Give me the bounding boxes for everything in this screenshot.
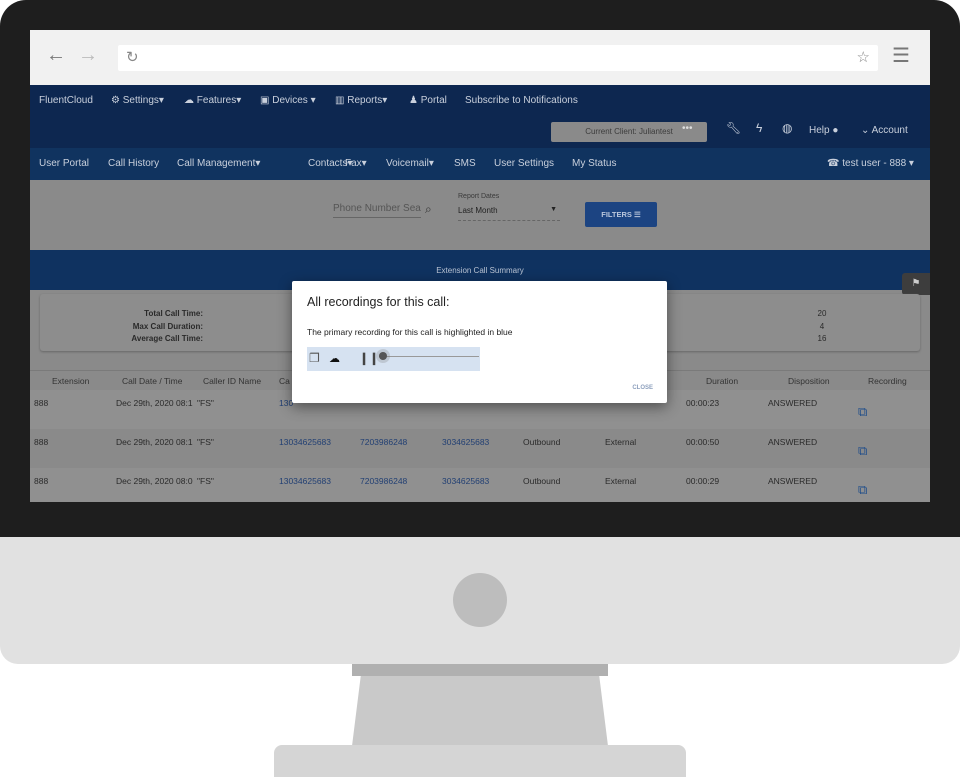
column-header[interactable]: Caller ID Name [203, 376, 261, 386]
forward-icon[interactable]: → [78, 44, 98, 67]
address-bar[interactable]: ↻ ☆ [118, 45, 878, 71]
nav-settings[interactable]: ⚙ Settings▾ [111, 95, 164, 106]
table-cell: External [605, 437, 637, 447]
table-cell: "FS" [197, 437, 214, 447]
current-client-label: Current Client: Juliantest [585, 127, 673, 136]
open-recording-icon[interactable]: ⧉ [858, 404, 867, 420]
close-button[interactable]: CLOSE [632, 385, 653, 391]
flag-icon[interactable]: ⚑ [902, 273, 930, 295]
report-dates-label: Report Dates [458, 193, 500, 200]
pause-icon[interactable]: ❙❙ [359, 351, 379, 365]
table-cell: 888 [34, 476, 49, 486]
column-header[interactable]: Disposition [788, 376, 830, 386]
modal-title: All recordings for this call: [307, 295, 450, 309]
table-cell: ANSWERED [768, 476, 818, 486]
table-cell: ANSWERED [768, 398, 818, 408]
brand[interactable]: FluentCloud [39, 95, 93, 106]
table-cell[interactable]: 7203986248 [360, 437, 407, 447]
table-row: 888 Dec 29th, 2020 08:1 "FS" 13034625683 720… [30, 429, 930, 468]
lightning-icon[interactable]: ϟ [756, 121, 762, 135]
table-cell[interactable]: 13034625683 [279, 476, 331, 486]
globe-icon[interactable]: ◍ [782, 121, 792, 135]
account-menu[interactable]: ⌄ Account [861, 125, 908, 136]
phone-search-input[interactable]: Phone Number Sea [333, 203, 421, 218]
column-header[interactable]: Extension [52, 376, 89, 386]
column-header[interactable]: Call Date / Time [122, 376, 182, 386]
nav-my-status[interactable]: My Status [572, 158, 616, 169]
nav-user-portal[interactable]: User Portal [39, 158, 89, 169]
table-cell[interactable]: 13034625683 [279, 437, 331, 447]
table-cell[interactable]: 3034625683 [442, 437, 489, 447]
table-cell: External [605, 476, 637, 486]
wrench-icon[interactable]: 🔧︎ [726, 121, 741, 135]
nav-subscribe[interactable]: Subscribe to Notifications [465, 95, 578, 106]
nav-call-history[interactable]: Call History [108, 158, 159, 169]
nav-features[interactable]: ☁ Features▾ [184, 95, 241, 106]
secondary-nav: User Portal Call History Call Management… [30, 148, 930, 180]
help-link[interactable]: Help ● [809, 125, 838, 136]
nav-portal[interactable]: ♟ Portal [409, 95, 447, 106]
column-header[interactable]: Ca [279, 376, 290, 386]
table-cell: 888 [34, 398, 49, 408]
table-cell: "FS" [197, 398, 214, 408]
table-cell: 888 [34, 437, 49, 447]
nav-sms[interactable]: SMS [454, 158, 476, 169]
nav-devices[interactable]: ▣ Devices ▾ [260, 95, 316, 106]
copy-icon[interactable]: ❐ [309, 351, 320, 365]
table-cell: "FS" [197, 476, 214, 486]
primary-recording-player: ❐ ☁ ❙❙ [307, 347, 480, 371]
open-recording-icon[interactable]: ⧉ [858, 482, 867, 498]
monitor-stand-shadow [352, 664, 608, 676]
filters-button[interactable]: FILTERS ☰ [585, 202, 657, 227]
table-cell: 00:00:23 [686, 398, 720, 408]
modal-subtitle: The primary recording for this call is h… [307, 327, 513, 337]
star-icon[interactable]: ☆ [857, 48, 870, 66]
table-cell: ANSWERED [768, 437, 818, 447]
top-nav: FluentCloud ⚙ Settings▾ ☁ Features▾ ▣ De… [30, 85, 930, 148]
table-cell: Outbound [523, 437, 561, 447]
nav-fax[interactable]: Fax▾ [345, 158, 367, 169]
table-cell: Dec 29th, 2020 08:1 [116, 398, 193, 408]
monitor-stand [352, 664, 608, 746]
table-cell[interactable]: 7203986248 [360, 476, 407, 486]
back-icon[interactable]: ← [46, 44, 66, 67]
column-header[interactable]: Recording [868, 376, 907, 386]
table-cell: 00:00:50 [686, 437, 720, 447]
table-cell[interactable]: 3034625683 [442, 476, 489, 486]
table-cell: 00:00:29 [686, 476, 720, 486]
nav-voicemail[interactable]: Voicemail▾ [386, 158, 434, 169]
summary-title: Extension Call Summary [436, 266, 524, 275]
column-header[interactable]: Duration [706, 376, 738, 386]
screen: ← → ↻ ☆ ☰ FluentCloud ⚙ Settings▾ ☁ Feat… [30, 30, 930, 502]
user-menu[interactable]: ☎ test user - 888 ▾ [827, 158, 914, 169]
summary-labels: Total Call Time: Max Call Duration: Averag… [131, 309, 203, 343]
nav-call-management[interactable]: Call Management▾ [177, 158, 260, 169]
table-cell: Dec 29th, 2020 08:1 [116, 437, 193, 447]
table-cell: Outbound [523, 476, 561, 486]
search-icon[interactable]: ⌕ [425, 202, 432, 217]
seek-handle[interactable] [379, 352, 387, 360]
monitor-base [274, 745, 686, 777]
table-cell: Dec 29th, 2020 08:0 [116, 476, 193, 486]
nav-user-settings[interactable]: User Settings [494, 158, 554, 169]
menu-icon[interactable]: ☰ [892, 43, 910, 68]
monitor-logo [453, 573, 507, 627]
seek-track[interactable] [379, 356, 479, 357]
download-icon[interactable]: ☁ [329, 352, 340, 365]
recordings-modal: All recordings for this call: The primar… [292, 281, 667, 403]
report-dates-select[interactable]: Last Month ▼ [458, 206, 560, 221]
browser-toolbar: ← → ↻ ☆ ☰ [30, 30, 930, 85]
table-row: 888 Dec 29th, 2020 08:0 "FS" 13034625683 720… [30, 468, 930, 502]
reload-icon[interactable]: ↻ [126, 48, 139, 66]
nav-reports[interactable]: ▥ Reports▾ [335, 95, 387, 106]
more-icon[interactable]: ••• [682, 123, 693, 134]
open-recording-icon[interactable]: ⧉ [858, 443, 867, 459]
summary-values: 20 4 16 [817, 309, 827, 343]
